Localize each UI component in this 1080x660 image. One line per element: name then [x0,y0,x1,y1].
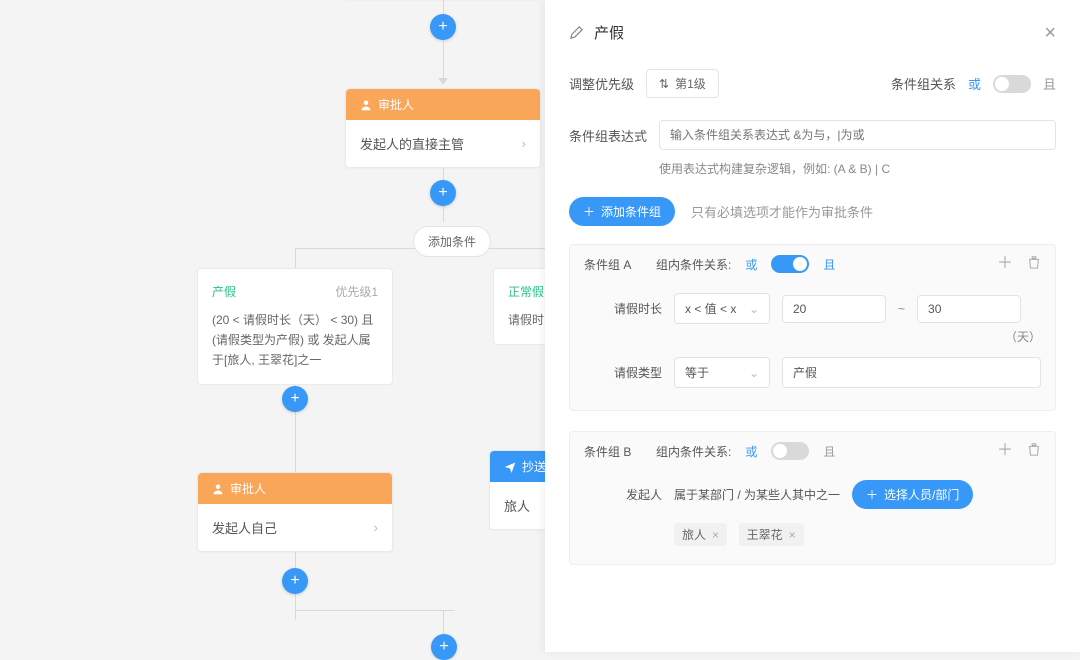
delete-group-button[interactable] [1027,442,1041,460]
add-group-button[interactable]: ＋ 添加条件组 [569,197,675,226]
remove-chip-icon[interactable]: × [712,528,719,542]
approver-node[interactable]: 审批人 发起人自己 › [197,472,393,552]
plus-icon: ＋ [583,203,595,220]
inner-and: 且 [823,256,835,273]
range-tilde: ~ [898,302,905,316]
node-header-text: 审批人 [230,480,266,497]
close-icon[interactable]: × [1044,23,1056,43]
group-name: 条件组 A [584,256,642,273]
condition-name: 正常假 [508,283,544,300]
inner-or: 或 [745,443,757,460]
add-step-button[interactable]: + [282,568,308,594]
inner-and: 且 [823,443,835,460]
trash-icon [1027,255,1041,269]
condition-desc: (20 < 请假时长（天） < 30) 且 (请假类型为产假) 或 发起人属于[… [212,310,378,370]
chevron-down-icon: ⌄ [749,366,759,380]
field-text: 属于某部门 / 为某些人其中之一 [674,486,840,503]
add-field-button[interactable]: ＋ [997,256,1013,272]
inner-or: 或 [745,256,757,273]
add-step-button[interactable]: + [430,180,456,206]
condition-node[interactable]: 产假 优先级1 (20 < 请假时长（天） < 30) 且 (请假类型为产假) … [197,268,393,385]
selected-people: 旅人 × 王翠花 × [674,523,1041,546]
expr-hint: 使用表达式构建复杂逻辑，例如: (A & B) | C [659,160,1056,177]
node-header: 审批人 [198,473,392,504]
expr-input[interactable] [659,120,1056,150]
connector [443,40,444,80]
chevron-down-icon: ⌄ [749,302,759,316]
connector [295,610,455,611]
node-header: 审批人 [346,89,540,120]
people-chip[interactable]: 旅人 × [674,523,727,546]
people-chip[interactable]: 王翠花 × [739,523,804,546]
relation-toggle[interactable] [993,75,1031,93]
operator-select[interactable]: x < 值 < x ⌄ [674,293,770,324]
node-header-text: 审批人 [378,96,414,113]
expr-label: 条件组表达式 [569,126,647,145]
person-icon [360,99,372,111]
value-select[interactable]: 产假 [782,357,1041,388]
person-icon [212,483,224,495]
field-label: 请假时长 [584,300,662,317]
value-input-max[interactable] [917,295,1021,323]
send-icon [504,461,516,473]
node-body-text: 发起人自己 [212,518,277,537]
add-field-button[interactable]: ＋ [997,443,1013,459]
relation-or: 或 [968,74,981,93]
add-step-button[interactable]: + [282,386,308,412]
relation-and: 且 [1043,74,1056,93]
pick-people-button[interactable]: ＋ 选择人员/部门 [852,480,973,509]
condition-group-b: 条件组 B 组内条件关系: 或 且 ＋ 发起人 属于某部门 / 为某些人其中之一… [569,431,1056,565]
delete-group-button[interactable] [1027,255,1041,273]
edit-icon [569,25,584,40]
operator-select[interactable]: 等于 ⌄ [674,357,770,388]
inner-relation-toggle[interactable] [771,442,809,460]
inner-relation-label: 组内条件关系: [656,443,731,460]
trash-icon [1027,442,1041,456]
relation-label: 条件组关系 [891,74,956,93]
add-group-hint: 只有必填选项才能作为审批条件 [691,202,873,221]
node-header-text: 抄送 [522,458,546,475]
drawer-title: 产假 [594,22,624,43]
condition-priority: 优先级1 [335,283,378,300]
inner-relation-label: 组内条件关系: [656,256,731,273]
add-step-button[interactable]: + [430,14,456,40]
node-body-text: 旅人 [504,496,530,515]
connector [295,248,296,268]
node-body-text: 发起人的直接主管 [360,134,464,153]
inner-relation-toggle[interactable] [771,255,809,273]
sort-icon: ⇅ [659,77,669,91]
add-condition-button[interactable]: 添加条件 [413,226,491,257]
priority-label: 调整优先级 [569,74,634,93]
field-unit: （天） [584,328,1041,345]
chevron-right-icon: › [522,136,526,151]
priority-select[interactable]: ⇅ 第1级 [646,69,719,98]
approver-node[interactable]: 审批人 发起人的直接主管 › [345,88,541,168]
arrow-down-icon [438,78,448,85]
add-step-button[interactable]: + [431,634,457,660]
field-label: 请假类型 [584,364,662,381]
connector [443,0,444,14]
field-label: 发起人 [584,486,662,503]
group-name: 条件组 B [584,443,642,460]
remove-chip-icon[interactable]: × [789,528,796,542]
value-input-min[interactable] [782,295,886,323]
condition-drawer: 产假 × 调整优先级 ⇅ 第1级 条件组关系 或 且 条件组表达式 使用表达式构… [545,0,1080,652]
chevron-right-icon: › [374,520,378,535]
plus-icon: ＋ [866,486,878,503]
condition-name: 产假 [212,283,236,300]
condition-group-a: 条件组 A 组内条件关系: 或 且 ＋ 请假时长 x < 值 < x ⌄ ~ [569,244,1056,411]
